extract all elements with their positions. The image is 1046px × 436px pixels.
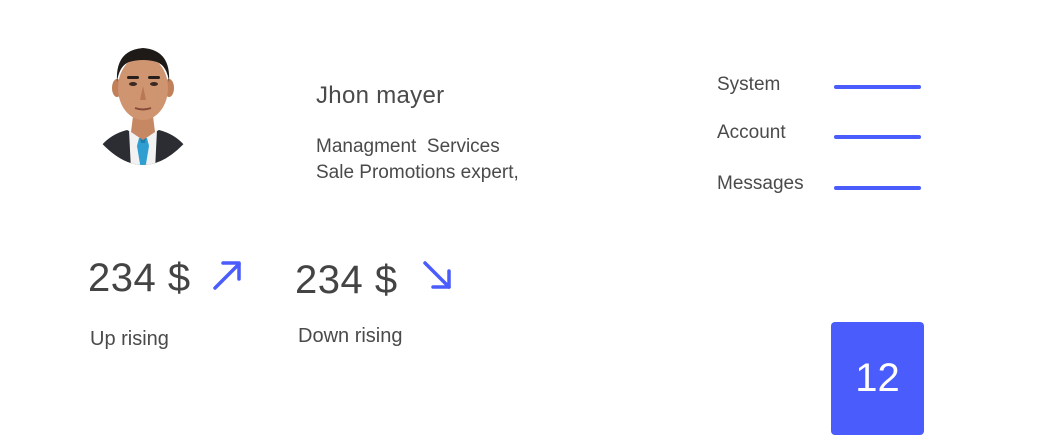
profile-description: Managment Services Sale Promotions exper… <box>316 136 519 183</box>
avatar <box>97 42 189 170</box>
stat-up-label: Up rising <box>90 328 169 350</box>
menu-item-messages[interactable]: Messages <box>717 173 927 197</box>
stat-down-label: Down rising <box>298 325 403 347</box>
menu-item-label: Account <box>717 122 786 143</box>
profile-card: Jhon mayer Managment Services Sale Promo… <box>0 0 1046 436</box>
menu-item-label: System <box>717 74 781 95</box>
arrow-up-right-icon <box>213 261 241 290</box>
profile-name: Jhon mayer <box>316 82 445 109</box>
menu-line <box>834 186 921 190</box>
stat-down-value: 234 $ <box>295 258 398 302</box>
menu-item-system[interactable]: System <box>717 74 927 98</box>
badge-count: 12 <box>855 356 900 400</box>
arrow-down-right-icon <box>423 261 451 289</box>
stat-up-value: 234 $ <box>88 256 191 300</box>
menu-line <box>834 85 921 89</box>
menu-item-label: Messages <box>717 173 804 194</box>
avatar-image <box>97 48 189 165</box>
menu-line <box>834 135 921 139</box>
menu-item-account[interactable]: Account <box>717 122 927 146</box>
notification-count-badge[interactable]: 12 <box>831 322 924 435</box>
